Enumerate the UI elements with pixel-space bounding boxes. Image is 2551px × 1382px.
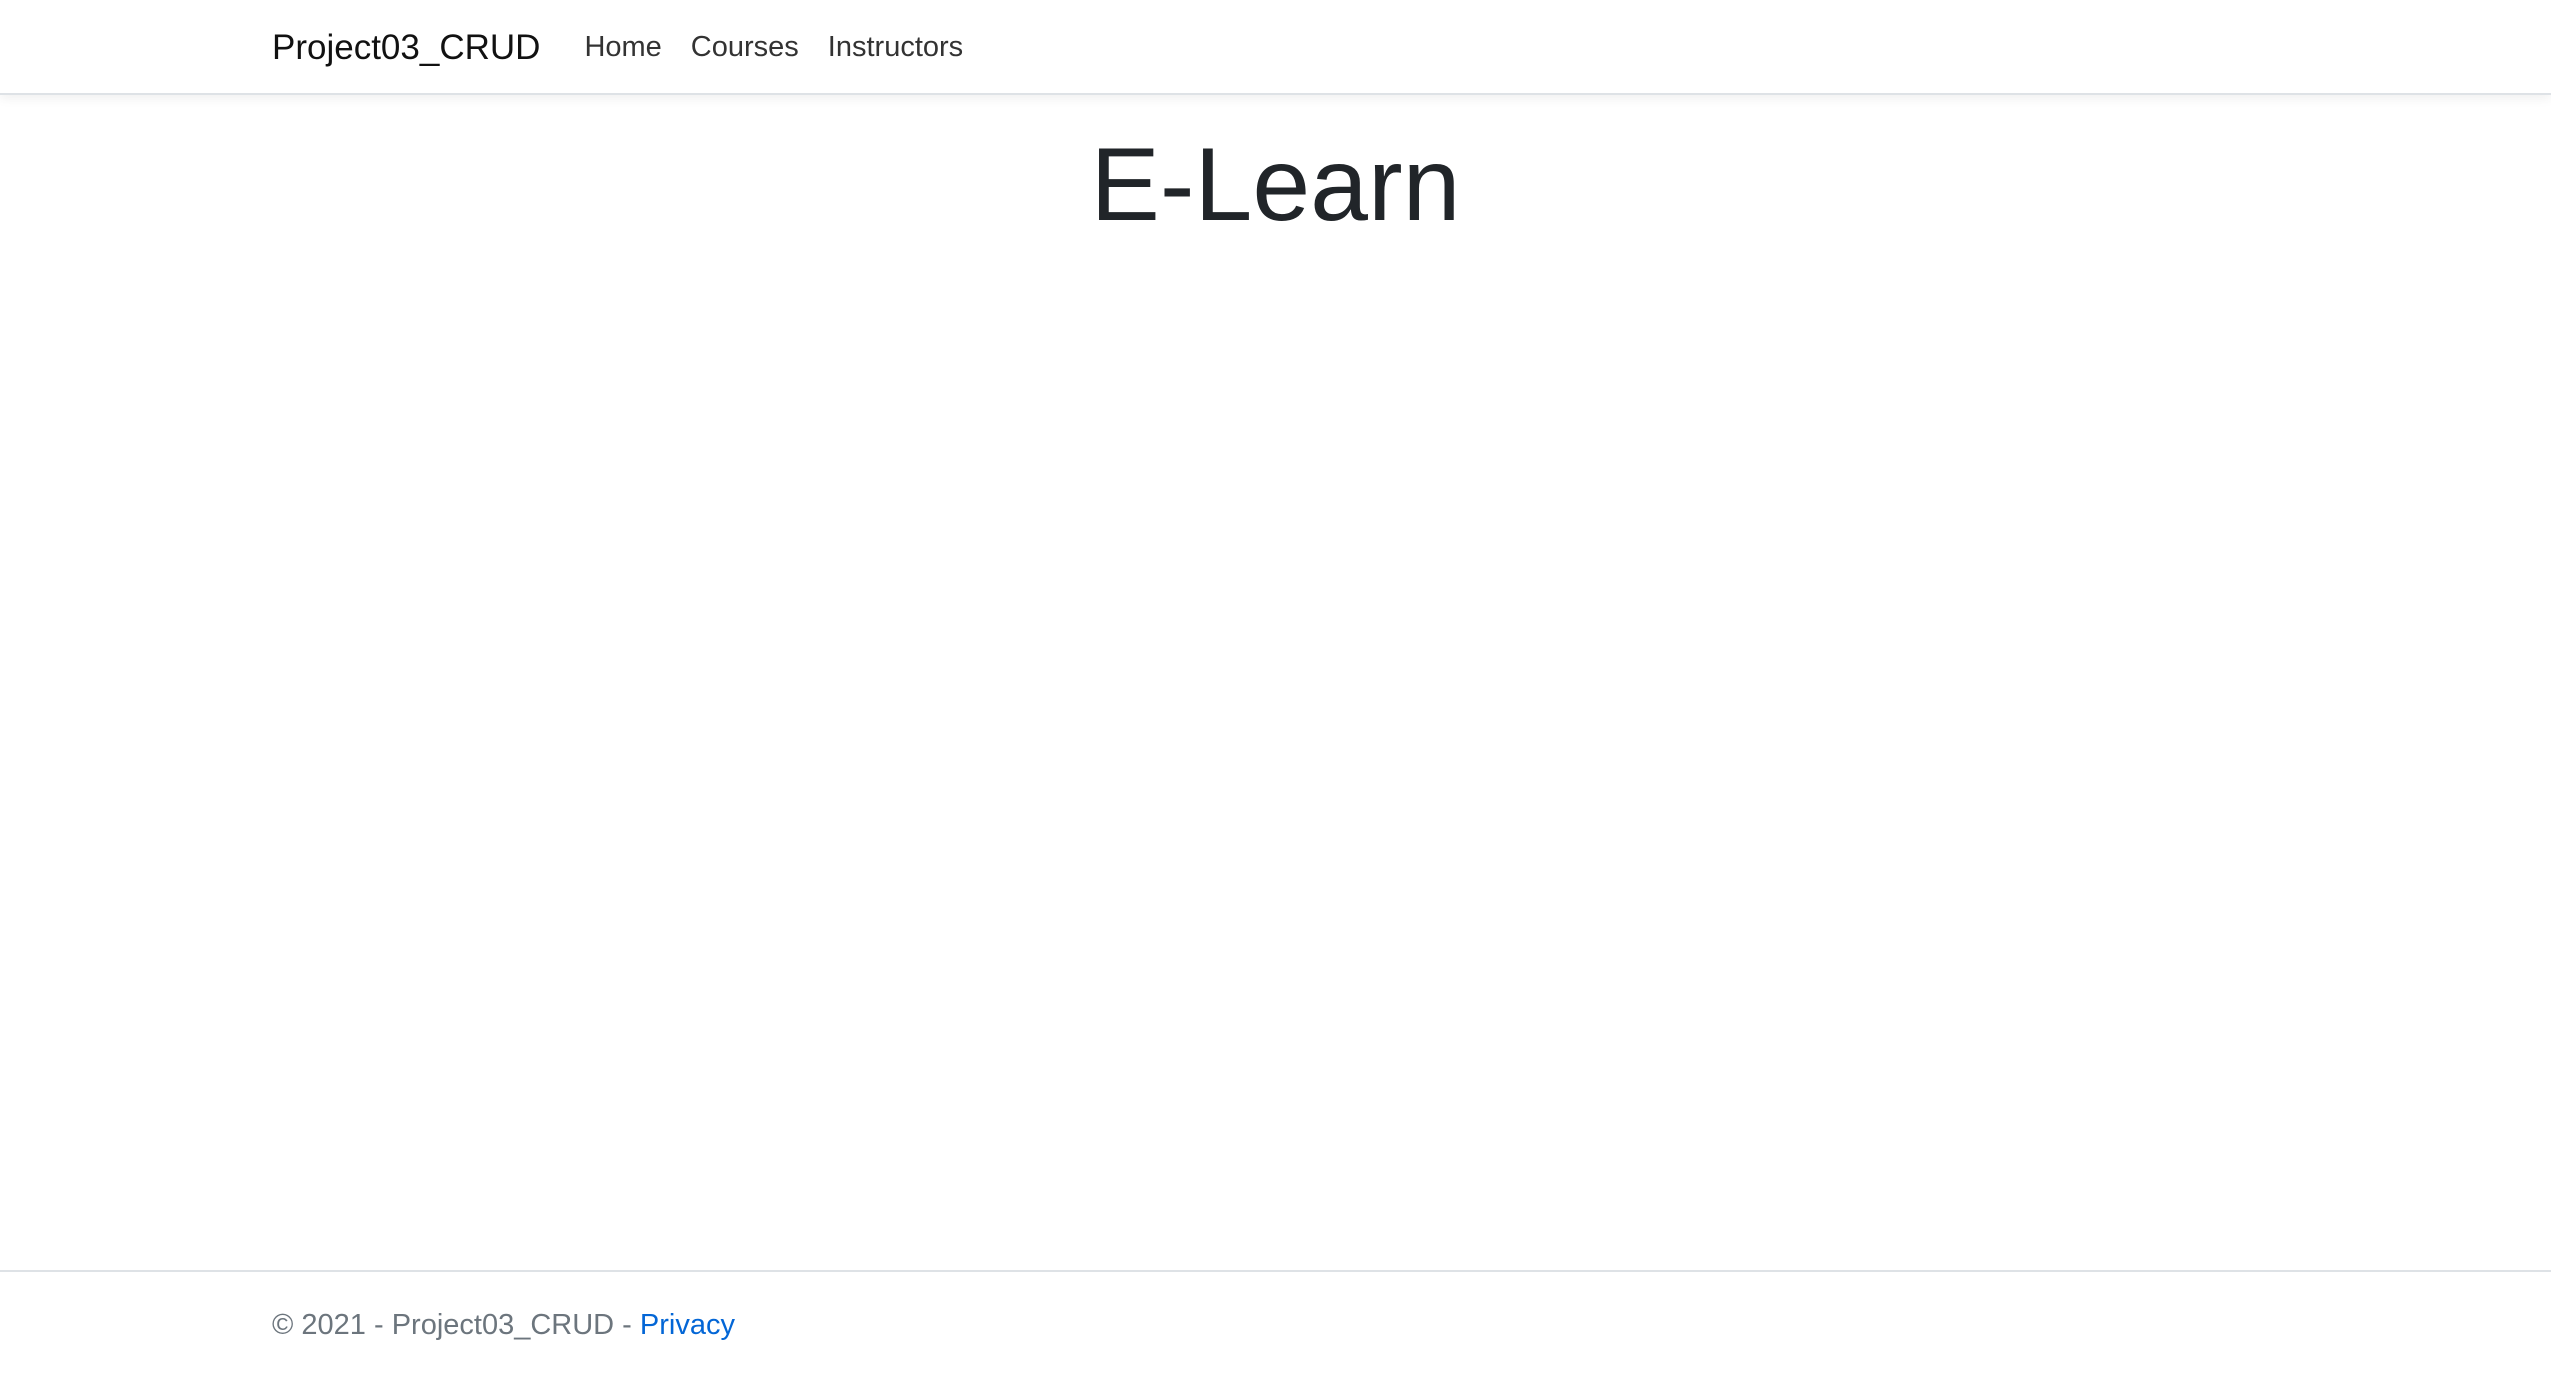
footer-copyright: © 2021 - Project03_CRUD [272,1308,615,1341]
footer-content: © 2021 - Project03_CRUD - Privacy [272,1272,735,1378]
page-footer: © 2021 - Project03_CRUD - Privacy [0,1270,2551,1382]
brand-link[interactable]: Project03_CRUD [272,28,540,68]
nav-link-home[interactable]: Home [584,31,661,64]
navbar-content: Project03_CRUD Home Courses Instructors [272,0,992,95]
nav-link-instructors[interactable]: Instructors [828,31,963,64]
nav-link-courses[interactable]: Courses [691,31,799,64]
privacy-link[interactable]: Privacy [640,1309,735,1342]
top-navbar: Project03_CRUD Home Courses Instructors [0,0,2551,95]
footer-separator: - [614,1308,640,1341]
page-title: E-Learn [1090,127,1461,243]
